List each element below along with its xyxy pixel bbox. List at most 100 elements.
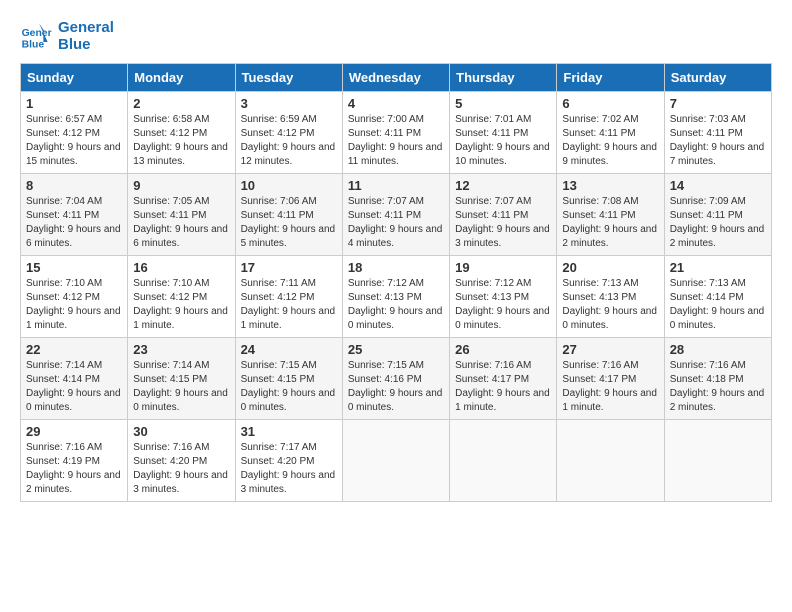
- day-number: 13: [562, 178, 658, 193]
- calendar-cell: 14 Sunrise: 7:09 AMSunset: 4:11 PMDayligh…: [664, 174, 771, 256]
- calendar-cell: 9Sunrise: 7:05 AMSunset: 4:11 PMDaylight…: [128, 174, 235, 256]
- weekday-header-wednesday: Wednesday: [342, 64, 449, 92]
- calendar-cell: 6 Sunrise: 7:02 AMSunset: 4:11 PMDaylight…: [557, 92, 664, 174]
- day-number: 19: [455, 260, 551, 275]
- day-number: 24: [241, 342, 337, 357]
- day-info: Sunrise: 7:01 AMSunset: 4:11 PMDaylight:…: [455, 113, 551, 169]
- logo: General Blue General Blue: [20, 20, 114, 53]
- calendar-cell: 13 Sunrise: 7:08 AMSunset: 4:11 PMDayligh…: [557, 174, 664, 256]
- calendar-cell: 12 Sunrise: 7:07 AMSunset: 4:11 PMDayligh…: [450, 174, 557, 256]
- logo-general: General: [58, 20, 114, 37]
- day-info: Sunrise: 7:14 AMSunset: 4:15 PMDaylight:…: [133, 359, 229, 415]
- day-info: Sunrise: 7:08 AMSunset: 4:11 PMDaylight:…: [562, 195, 658, 251]
- day-number: 8: [26, 178, 122, 193]
- calendar-cell: 29Sunrise: 7:16 AMSunset: 4:19 PMDayligh…: [21, 420, 128, 502]
- calendar-cell: 7 Sunrise: 7:03 AMSunset: 4:11 PMDaylight…: [664, 92, 771, 174]
- day-number: 5: [455, 96, 551, 111]
- calendar-cell: 3 Sunrise: 6:59 AMSunset: 4:12 PMDaylight…: [235, 92, 342, 174]
- calendar-cell: 15 Sunrise: 7:10 AMSunset: 4:12 PMDayligh…: [21, 256, 128, 338]
- day-info: Sunrise: 7:16 AMSunset: 4:17 PMDaylight:…: [455, 359, 551, 415]
- day-info: Sunrise: 7:16 AMSunset: 4:19 PMDaylight:…: [26, 441, 122, 497]
- day-number: 3: [241, 96, 337, 111]
- day-info: Sunrise: 7:14 AMSunset: 4:14 PMDaylight:…: [26, 359, 122, 415]
- day-info: Sunrise: 7:13 AMSunset: 4:13 PMDaylight:…: [562, 277, 658, 333]
- calendar-cell: 18 Sunrise: 7:12 AMSunset: 4:13 PMDayligh…: [342, 256, 449, 338]
- day-info: Sunrise: 7:10 AMSunset: 4:12 PMDaylight:…: [133, 277, 229, 333]
- day-info: Sunrise: 6:58 AMSunset: 4:12 PMDaylight:…: [133, 113, 229, 169]
- weekday-header-friday: Friday: [557, 64, 664, 92]
- calendar-cell: 11 Sunrise: 7:07 AMSunset: 4:11 PMDayligh…: [342, 174, 449, 256]
- calendar-cell: 16 Sunrise: 7:10 AMSunset: 4:12 PMDayligh…: [128, 256, 235, 338]
- day-number: 15: [26, 260, 122, 275]
- weekday-header-saturday: Saturday: [664, 64, 771, 92]
- calendar-cell: [557, 420, 664, 502]
- day-info: Sunrise: 7:10 AMSunset: 4:12 PMDaylight:…: [26, 277, 122, 333]
- day-number: 4: [348, 96, 444, 111]
- day-number: 22: [26, 342, 122, 357]
- day-number: 28: [670, 342, 766, 357]
- day-number: 10: [241, 178, 337, 193]
- calendar-cell: 21 Sunrise: 7:13 AMSunset: 4:14 PMDayligh…: [664, 256, 771, 338]
- day-info: Sunrise: 7:02 AMSunset: 4:11 PMDaylight:…: [562, 113, 658, 169]
- day-info: Sunrise: 7:00 AMSunset: 4:11 PMDaylight:…: [348, 113, 444, 169]
- calendar-cell: 28Sunrise: 7:16 AMSunset: 4:18 PMDayligh…: [664, 338, 771, 420]
- svg-text:General: General: [22, 28, 52, 39]
- day-number: 7: [670, 96, 766, 111]
- day-info: Sunrise: 7:09 AMSunset: 4:11 PMDaylight:…: [670, 195, 766, 251]
- day-number: 11: [348, 178, 444, 193]
- day-info: Sunrise: 7:15 AMSunset: 4:15 PMDaylight:…: [241, 359, 337, 415]
- calendar-cell: [664, 420, 771, 502]
- calendar-cell: 5 Sunrise: 7:01 AMSunset: 4:11 PMDaylight…: [450, 92, 557, 174]
- header: General Blue General Blue: [20, 20, 772, 53]
- day-number: 31: [241, 424, 337, 439]
- weekday-header-monday: Monday: [128, 64, 235, 92]
- day-info: Sunrise: 7:16 AMSunset: 4:20 PMDaylight:…: [133, 441, 229, 497]
- day-info: Sunrise: 7:06 AMSunset: 4:11 PMDaylight:…: [241, 195, 337, 251]
- day-info: Sunrise: 7:11 AMSunset: 4:12 PMDaylight:…: [241, 277, 337, 333]
- calendar-cell: 2Sunrise: 6:58 AMSunset: 4:12 PMDaylight…: [128, 92, 235, 174]
- calendar-cell: 20Sunrise: 7:13 AMSunset: 4:13 PMDayligh…: [557, 256, 664, 338]
- calendar-cell: 22 Sunrise: 7:14 AMSunset: 4:14 PMDayligh…: [21, 338, 128, 420]
- day-info: Sunrise: 7:16 AMSunset: 4:17 PMDaylight:…: [562, 359, 658, 415]
- day-number: 18: [348, 260, 444, 275]
- day-info: Sunrise: 7:12 AMSunset: 4:13 PMDaylight:…: [348, 277, 444, 333]
- calendar-cell: 10 Sunrise: 7:06 AMSunset: 4:11 PMDayligh…: [235, 174, 342, 256]
- day-info: Sunrise: 7:07 AMSunset: 4:11 PMDaylight:…: [455, 195, 551, 251]
- calendar-cell: 19 Sunrise: 7:12 AMSunset: 4:13 PMDayligh…: [450, 256, 557, 338]
- day-info: Sunrise: 7:05 AMSunset: 4:11 PMDaylight:…: [133, 195, 229, 251]
- day-number: 30: [133, 424, 229, 439]
- day-info: Sunrise: 7:07 AMSunset: 4:11 PMDaylight:…: [348, 195, 444, 251]
- weekday-header-thursday: Thursday: [450, 64, 557, 92]
- weekday-header-sunday: Sunday: [21, 64, 128, 92]
- day-number: 16: [133, 260, 229, 275]
- svg-text:Blue: Blue: [22, 39, 45, 50]
- calendar-cell: 26 Sunrise: 7:16 AMSunset: 4:17 PMDayligh…: [450, 338, 557, 420]
- calendar-cell: 31 Sunrise: 7:17 AMSunset: 4:20 PMDayligh…: [235, 420, 342, 502]
- calendar-cell: 25Sunrise: 7:15 AMSunset: 4:16 PMDayligh…: [342, 338, 449, 420]
- day-number: 14: [670, 178, 766, 193]
- day-info: Sunrise: 7:17 AMSunset: 4:20 PMDaylight:…: [241, 441, 337, 497]
- day-number: 6: [562, 96, 658, 111]
- day-number: 21: [670, 260, 766, 275]
- day-info: Sunrise: 7:13 AMSunset: 4:14 PMDaylight:…: [670, 277, 766, 333]
- day-number: 12: [455, 178, 551, 193]
- day-info: Sunrise: 6:59 AMSunset: 4:12 PMDaylight:…: [241, 113, 337, 169]
- day-number: 1: [26, 96, 122, 111]
- day-info: Sunrise: 7:03 AMSunset: 4:11 PMDaylight:…: [670, 113, 766, 169]
- logo-blue: Blue: [58, 37, 114, 54]
- day-info: Sunrise: 7:04 AMSunset: 4:11 PMDaylight:…: [26, 195, 122, 251]
- day-number: 27: [562, 342, 658, 357]
- day-number: 26: [455, 342, 551, 357]
- calendar-cell: 27 Sunrise: 7:16 AMSunset: 4:17 PMDayligh…: [557, 338, 664, 420]
- calendar-cell: 23Sunrise: 7:14 AMSunset: 4:15 PMDayligh…: [128, 338, 235, 420]
- calendar-cell: 24 Sunrise: 7:15 AMSunset: 4:15 PMDayligh…: [235, 338, 342, 420]
- day-number: 25: [348, 342, 444, 357]
- calendar-cell: 4 Sunrise: 7:00 AMSunset: 4:11 PMDaylight…: [342, 92, 449, 174]
- calendar-cell: [342, 420, 449, 502]
- calendar-table: SundayMondayTuesdayWednesdayThursdayFrid…: [20, 63, 772, 502]
- day-info: Sunrise: 7:12 AMSunset: 4:13 PMDaylight:…: [455, 277, 551, 333]
- calendar-cell: 8 Sunrise: 7:04 AMSunset: 4:11 PMDaylight…: [21, 174, 128, 256]
- weekday-header-tuesday: Tuesday: [235, 64, 342, 92]
- calendar-cell: 1Sunrise: 6:57 AMSunset: 4:12 PMDaylight…: [21, 92, 128, 174]
- calendar-cell: 30 Sunrise: 7:16 AMSunset: 4:20 PMDayligh…: [128, 420, 235, 502]
